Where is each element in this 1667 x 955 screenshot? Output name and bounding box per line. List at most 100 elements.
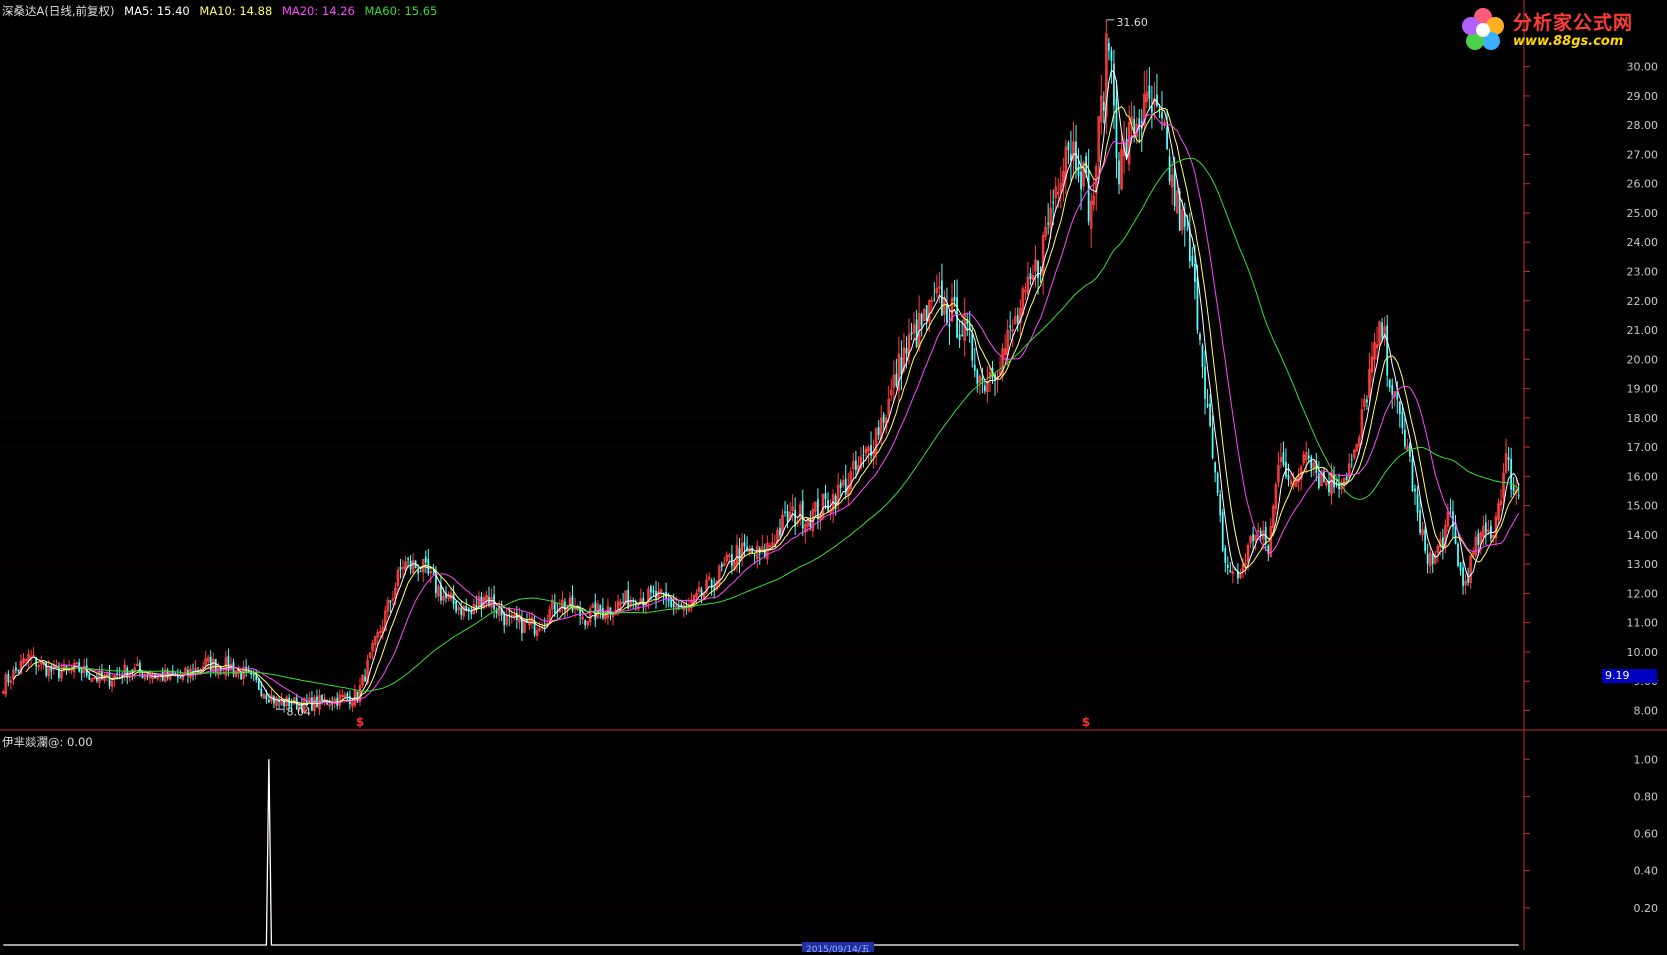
candle-body	[720, 563, 723, 568]
candle-body	[543, 623, 546, 625]
candle-body	[870, 445, 872, 457]
price-tick-label: 12.00	[1627, 587, 1659, 600]
candle-body	[895, 374, 898, 386]
price-tick-label: 15.00	[1627, 500, 1659, 513]
candle-body	[1512, 486, 1515, 492]
candle-body	[650, 585, 652, 593]
candle-body	[844, 478, 847, 495]
candle-body	[1449, 507, 1452, 509]
price-tick-label: 29.00	[1627, 90, 1659, 103]
candle-body	[622, 602, 625, 604]
candle-body	[50, 665, 53, 672]
ma5-line	[12, 69, 1520, 706]
candle-body	[553, 603, 556, 614]
candle-body	[839, 482, 842, 489]
ma5-legend: MA5: 15.40	[124, 4, 190, 18]
candle-body	[1221, 512, 1224, 551]
candle-body	[1366, 399, 1368, 403]
candle-body	[1350, 459, 1353, 461]
candle-body	[1156, 94, 1158, 106]
candle-body	[882, 414, 885, 423]
indicator-tick-label: 0.20	[1634, 902, 1659, 915]
candle-body	[1166, 127, 1168, 149]
candle-body	[424, 556, 427, 563]
candle-body	[432, 573, 435, 575]
candle-body	[827, 500, 829, 511]
candle-body	[1016, 315, 1019, 323]
indicator-tick-label: 0.40	[1634, 865, 1659, 878]
candle-body	[1067, 142, 1070, 151]
ma60-legend: MA60: 15.65	[364, 4, 438, 18]
candle-body	[389, 600, 392, 603]
stock-name: 深桑达A	[2, 4, 45, 18]
candle-body	[1173, 167, 1176, 207]
candle-body	[1307, 455, 1310, 459]
ma20-legend: MA20: 14.26	[281, 4, 355, 18]
candle-body	[346, 693, 349, 698]
candle-body	[1507, 457, 1510, 461]
candle-body	[1107, 42, 1110, 51]
candle-body	[1080, 171, 1082, 190]
candle-body	[1381, 322, 1384, 338]
candle-body	[1424, 529, 1427, 552]
candle-body	[268, 699, 270, 703]
candle-body	[1168, 156, 1171, 182]
candle-body	[1388, 379, 1391, 388]
candle-body	[1224, 547, 1227, 563]
candle-body	[1310, 456, 1313, 469]
stock-chart[interactable]: 8.009.0010.0011.0012.0013.0014.0015.0016…	[0, 0, 1667, 950]
candle-body	[854, 460, 857, 471]
candle-body	[417, 570, 420, 574]
candle-body	[1118, 160, 1120, 185]
candle-body	[1510, 458, 1513, 490]
candle-body	[1252, 533, 1254, 542]
candle-body	[1345, 476, 1348, 481]
candle-body	[670, 599, 673, 608]
candle-body	[470, 611, 473, 614]
candle-body	[1211, 427, 1214, 459]
candle-body	[1431, 553, 1434, 564]
candle-body	[953, 296, 956, 302]
candle-body	[1391, 385, 1394, 395]
candle-body	[1199, 334, 1201, 340]
candle-body	[1204, 366, 1206, 399]
candle-body	[981, 378, 984, 381]
candle-body	[1414, 488, 1416, 492]
candle-body	[1416, 493, 1419, 513]
candle-body	[1459, 562, 1462, 571]
candle-body	[905, 348, 908, 354]
current-price-tag: 9.19	[1602, 668, 1657, 683]
candle-body	[1029, 273, 1032, 279]
candle-body	[1219, 494, 1222, 516]
price-tick-label: 16.00	[1627, 470, 1659, 483]
candle-body	[1462, 567, 1464, 587]
candle-body	[862, 454, 865, 456]
candle-body	[1467, 577, 1470, 583]
candle-body	[877, 427, 880, 436]
price-tick-label: 10.00	[1627, 646, 1659, 659]
ma20-line	[51, 114, 1520, 704]
candle-body	[1087, 170, 1090, 222]
candle-body	[786, 510, 789, 522]
candle-body	[738, 548, 741, 563]
candle-body	[584, 619, 587, 626]
candle-body	[455, 601, 458, 612]
candle-body	[452, 593, 455, 605]
candle-body	[925, 305, 928, 322]
candle-body	[1517, 495, 1520, 497]
candle-body	[1457, 543, 1459, 566]
price-tick-label: 24.00	[1627, 236, 1659, 249]
indicator-tick-label: 0.60	[1634, 828, 1659, 841]
candle-body	[1401, 411, 1404, 429]
candle-body	[1403, 429, 1406, 447]
candle-body	[1161, 112, 1163, 119]
candle-body	[1477, 533, 1480, 546]
site-logo[interactable]: 分析家公式网 www.88gs.com	[1459, 4, 1659, 56]
candle-body	[80, 669, 83, 674]
candle-body	[976, 370, 979, 384]
candle-body	[910, 332, 913, 335]
candle-body	[961, 334, 964, 336]
price-tick-label: 30.00	[1627, 61, 1659, 74]
candles	[1, 20, 1520, 717]
candle-body	[265, 694, 268, 700]
